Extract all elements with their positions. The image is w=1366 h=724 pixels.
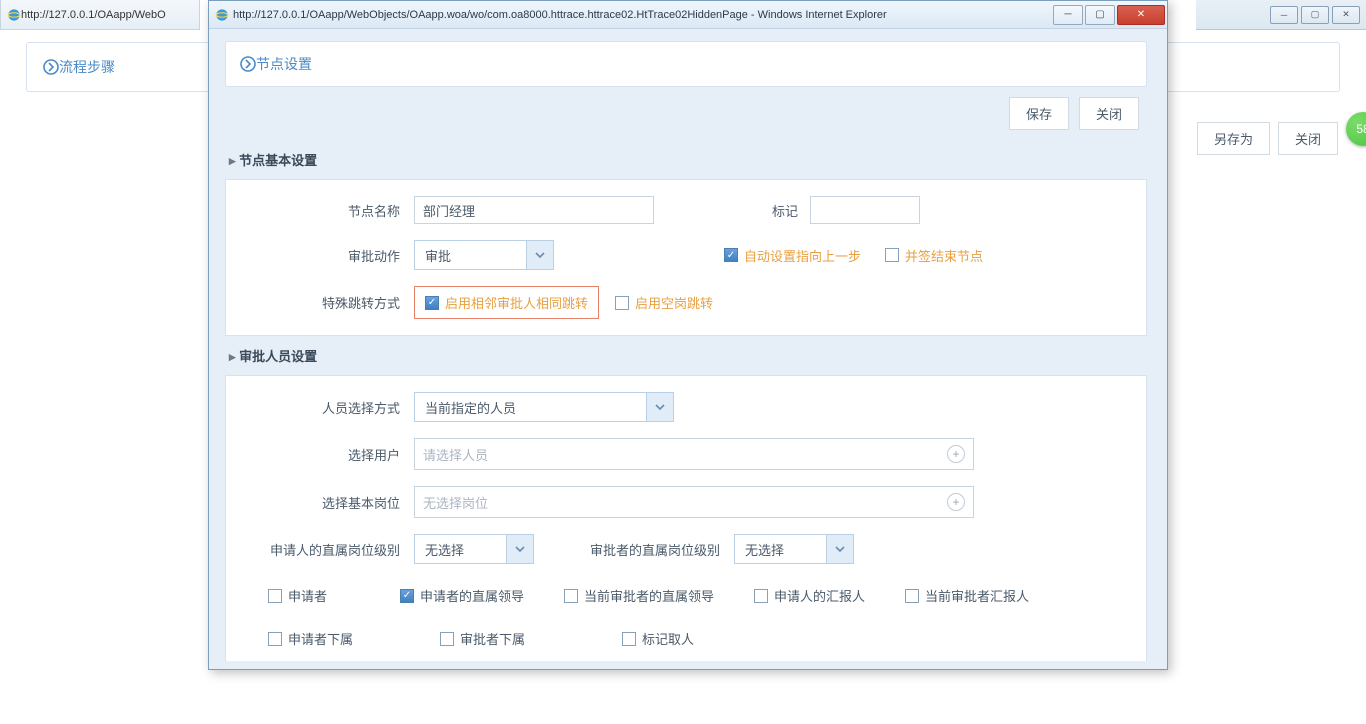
close-button[interactable]: 关闭: [1079, 97, 1139, 130]
cb-applicant[interactable]: [268, 589, 282, 603]
modal-window-controls: ─ ▢ ✕: [1053, 5, 1167, 25]
cb-applicant-sub-label: 申请者下属: [288, 629, 353, 648]
select-user-label: 选择用户: [242, 445, 414, 464]
adjacent-same-highlight: ✓ 启用相邻审批人相同跳转: [414, 286, 599, 319]
cb-applicant-reporter[interactable]: [754, 589, 768, 603]
vacancy-checkbox[interactable]: [615, 296, 629, 310]
modal-close-button[interactable]: ✕: [1117, 5, 1165, 25]
node-name-input[interactable]: [414, 196, 654, 224]
modal-panel-header: 节点设置: [225, 41, 1147, 87]
modal-scroll-area[interactable]: 节点设置 保存 关闭 节点基本设置 节点名称 标记 审批动作: [225, 41, 1151, 661]
cb-current-approver-reporter-label: 当前审批者汇报人: [925, 586, 1029, 605]
auto-prev-label: 自动设置指向上一步: [744, 246, 861, 265]
countersign-end-label: 并签结束节点: [905, 246, 983, 265]
select-post-label: 选择基本岗位: [242, 493, 414, 512]
vacancy-label: 启用空岗跳转: [635, 293, 713, 312]
section-basic-title: 节点基本设置: [225, 140, 1147, 179]
mark-label: 标记: [734, 201, 810, 220]
cb-current-approver-reporter[interactable]: [905, 589, 919, 603]
bg-tab-title: http://127.0.0.1/OAapp/WebO: [21, 9, 166, 21]
bg-window-minimize-button[interactable]: ─: [1270, 6, 1298, 24]
applicant-post-level-label: 申请人的直属岗位级别: [242, 540, 414, 559]
bg-window-controls: ─ ▢ ✕: [1196, 0, 1366, 30]
ie-icon: [7, 8, 21, 22]
modal-panel-title: 节点设置: [256, 54, 312, 74]
action-label: 审批动作: [242, 246, 414, 265]
modal-title: http://127.0.0.1/OAapp/WebObjects/OAapp.…: [233, 9, 1053, 21]
action-dropdown[interactable]: 审批: [414, 240, 554, 270]
cb-approver-sub[interactable]: [440, 632, 454, 646]
adjacent-same-checkbox[interactable]: ✓: [425, 296, 439, 310]
approver-post-level-text: 无选择: [734, 534, 826, 564]
cb-applicant-reporter-label: 申请人的汇报人: [774, 586, 865, 605]
save-as-button[interactable]: 另存为: [1197, 122, 1270, 155]
auto-prev-checkbox[interactable]: ✓: [724, 248, 738, 262]
select-user-placeholder: 请选择人员: [423, 445, 488, 464]
modal-body: 节点设置 保存 关闭 节点基本设置 节点名称 标记 审批动作: [209, 29, 1167, 669]
arrow-right-circle-icon: [43, 59, 59, 75]
bg-toolbar: 另存为 关闭: [1197, 122, 1338, 155]
modal-toolbar: 保存 关闭: [225, 97, 1147, 130]
bg-panel-title: 流程步骤: [59, 57, 115, 77]
select-user-input[interactable]: 请选择人员 +: [414, 438, 974, 470]
arrow-right-circle-icon: [240, 56, 256, 72]
select-post-input[interactable]: 无选择岗位 +: [414, 486, 974, 518]
adjacent-same-label: 启用相邻审批人相同跳转: [445, 293, 588, 312]
select-mode-label: 人员选择方式: [242, 398, 414, 417]
bg-close-button[interactable]: 关闭: [1278, 122, 1338, 155]
select-post-placeholder: 无选择岗位: [423, 493, 488, 512]
cb-applicant-sub[interactable]: [268, 632, 282, 646]
cb-applicant-label: 申请者: [288, 586, 327, 605]
add-post-icon[interactable]: +: [947, 493, 965, 511]
cb-current-approver-leader-label: 当前审批者的直属领导: [584, 586, 714, 605]
approver-checkbox-row-2: 申请者下属 审批者下属 标记取人: [242, 623, 1130, 654]
section-approver-card: 人员选择方式 当前指定的人员 选择用户 请选择人员 + 选择基本岗位: [225, 375, 1147, 661]
cb-applicant-leader[interactable]: ✓: [400, 589, 414, 603]
section-approver-title: 审批人员设置: [225, 336, 1147, 375]
action-dropdown-text: 审批: [414, 240, 526, 270]
save-button[interactable]: 保存: [1009, 97, 1069, 130]
cb-current-approver-leader[interactable]: [564, 589, 578, 603]
approver-post-level-label: 审批者的直属岗位级别: [574, 540, 734, 559]
jump-mode-label: 特殊跳转方式: [242, 293, 414, 312]
modal-window: http://127.0.0.1/OAapp/WebObjects/OAapp.…: [208, 0, 1168, 670]
select-mode-dropdown-text: 当前指定的人员: [414, 392, 646, 422]
approver-checkbox-row-1: 申请者 ✓ 申请者的直属领导 当前审批者的直属领导 申请人的汇报人 当前审批者汇报…: [242, 580, 1130, 611]
cb-approver-sub-label: 审批者下属: [460, 629, 525, 648]
bg-browser-tab[interactable]: http://127.0.0.1/OAapp/WebO: [0, 0, 200, 30]
cb-applicant-leader-label: 申请者的直属领导: [420, 586, 524, 605]
modal-maximize-button[interactable]: ▢: [1085, 5, 1115, 25]
chevron-down-icon: [826, 534, 854, 564]
chevron-down-icon: [526, 240, 554, 270]
mark-input[interactable]: [810, 196, 920, 224]
bg-window-maximize-button[interactable]: ▢: [1301, 6, 1329, 24]
modal-titlebar: http://127.0.0.1/OAapp/WebObjects/OAapp.…: [209, 1, 1167, 29]
add-user-icon[interactable]: +: [947, 445, 965, 463]
applicant-post-level-dropdown[interactable]: 无选择: [414, 534, 534, 564]
chevron-down-icon: [646, 392, 674, 422]
approver-post-level-dropdown[interactable]: 无选择: [734, 534, 854, 564]
chevron-down-icon: [506, 534, 534, 564]
node-name-label: 节点名称: [242, 201, 414, 220]
section-basic-card: 节点名称 标记 审批动作 审批 ✓ 自动设置指向上一步 并: [225, 179, 1147, 336]
cb-mark-taker[interactable]: [622, 632, 636, 646]
ie-icon: [215, 8, 229, 22]
countersign-end-checkbox[interactable]: [885, 248, 899, 262]
select-mode-dropdown[interactable]: 当前指定的人员: [414, 392, 674, 422]
modal-minimize-button[interactable]: ─: [1053, 5, 1083, 25]
applicant-post-level-text: 无选择: [414, 534, 506, 564]
bg-window-close-button[interactable]: ✕: [1332, 6, 1360, 24]
cb-mark-taker-label: 标记取人: [642, 629, 694, 648]
